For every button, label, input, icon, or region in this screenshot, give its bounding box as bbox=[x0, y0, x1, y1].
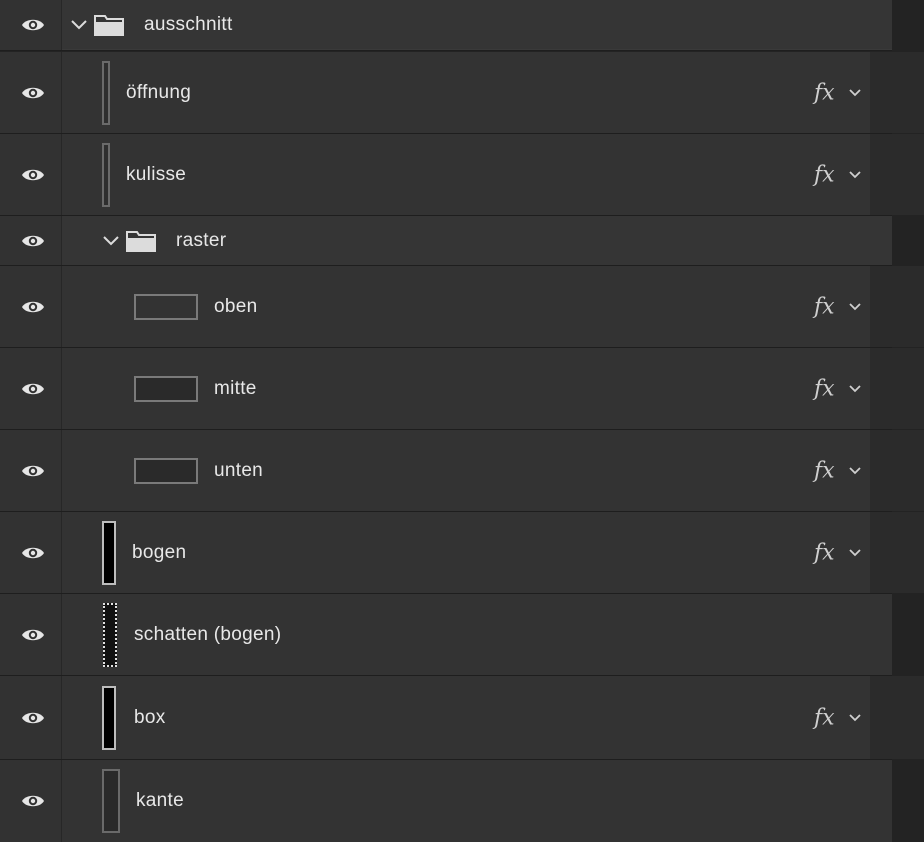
layer-row-oeffnung[interactable]: öffnung fx bbox=[0, 52, 924, 134]
layer-thumbnail bbox=[103, 602, 117, 667]
layer-thumbnail bbox=[102, 60, 110, 125]
layer-name: bogen bbox=[132, 541, 187, 563]
chevron-down-icon[interactable] bbox=[848, 384, 862, 394]
fx-icon: fx bbox=[814, 376, 835, 401]
visibility-cell[interactable] bbox=[0, 0, 62, 50]
layer-row-unten[interactable]: unten fx bbox=[0, 430, 924, 512]
layer-row-oben[interactable]: oben fx bbox=[0, 266, 924, 348]
fx-icon: fx bbox=[814, 294, 835, 319]
eye-icon[interactable] bbox=[21, 381, 45, 397]
chevron-down-icon[interactable] bbox=[848, 88, 862, 98]
layer-name: mitte bbox=[214, 377, 257, 399]
visibility-cell[interactable] bbox=[0, 52, 62, 133]
fx-control[interactable]: fx bbox=[814, 134, 924, 215]
eye-icon[interactable] bbox=[21, 627, 45, 643]
eye-icon[interactable] bbox=[21, 233, 45, 249]
layer-name: kulisse bbox=[126, 163, 187, 185]
chevron-down-icon[interactable] bbox=[848, 548, 862, 558]
fx-control[interactable]: fx bbox=[814, 266, 924, 347]
layer-row-kulisse[interactable]: kulisse fx bbox=[0, 134, 924, 216]
eye-icon[interactable] bbox=[21, 463, 45, 479]
folder-icon bbox=[94, 14, 124, 36]
chevron-down-icon[interactable] bbox=[102, 235, 120, 247]
eye-icon[interactable] bbox=[21, 710, 45, 726]
layer-thumbnail bbox=[102, 142, 110, 207]
layer-thumbnail bbox=[134, 293, 198, 320]
layer-name: öffnung bbox=[126, 81, 192, 103]
eye-icon[interactable] bbox=[21, 85, 45, 101]
visibility-cell[interactable] bbox=[0, 512, 62, 593]
chevron-down-icon[interactable] bbox=[848, 302, 862, 312]
layer-thumbnail bbox=[102, 769, 120, 833]
layer-name: unten bbox=[214, 459, 264, 481]
eye-icon[interactable] bbox=[21, 299, 45, 315]
eye-icon[interactable] bbox=[21, 545, 45, 561]
fx-control[interactable]: fx bbox=[814, 348, 924, 429]
layer-row-bogen[interactable]: bogen fx bbox=[0, 512, 924, 594]
chevron-down-icon[interactable] bbox=[70, 19, 88, 31]
chevron-down-icon[interactable] bbox=[848, 713, 862, 723]
eye-icon[interactable] bbox=[21, 17, 45, 33]
layer-thumbnail bbox=[102, 520, 116, 585]
fx-control[interactable]: fx bbox=[814, 430, 924, 511]
layer-row-schatten[interactable]: schatten (bogen) bbox=[0, 594, 892, 676]
fx-control[interactable]: fx bbox=[814, 52, 924, 133]
layers-panel: ausschnitt öffnung fx kulisse fx raster … bbox=[0, 0, 924, 842]
fx-icon: fx bbox=[814, 458, 835, 483]
layer-row-kante[interactable]: kante bbox=[0, 760, 892, 842]
layer-row-raster[interactable]: raster bbox=[0, 216, 892, 266]
chevron-down-icon[interactable] bbox=[848, 466, 862, 476]
layer-name: oben bbox=[214, 295, 258, 317]
layer-row-mitte[interactable]: mitte fx bbox=[0, 348, 924, 430]
layer-name: raster bbox=[176, 229, 227, 251]
visibility-cell[interactable] bbox=[0, 266, 62, 347]
folder-icon bbox=[126, 230, 156, 252]
visibility-cell[interactable] bbox=[0, 348, 62, 429]
layer-row-box[interactable]: box fx bbox=[0, 676, 924, 760]
fx-control[interactable]: fx bbox=[814, 676, 924, 759]
visibility-cell[interactable] bbox=[0, 134, 62, 215]
fx-icon: fx bbox=[814, 705, 835, 730]
layer-name: ausschnitt bbox=[144, 13, 233, 35]
visibility-cell[interactable] bbox=[0, 430, 62, 511]
layer-name: kante bbox=[136, 790, 184, 811]
chevron-down-icon[interactable] bbox=[848, 170, 862, 180]
fx-control[interactable]: fx bbox=[814, 512, 924, 593]
layer-thumbnail bbox=[134, 375, 198, 402]
layer-name: box bbox=[134, 706, 166, 728]
visibility-cell[interactable] bbox=[0, 216, 62, 265]
fx-icon: fx bbox=[814, 540, 835, 565]
layer-thumbnail bbox=[134, 457, 198, 484]
layer-row-ausschnitt[interactable]: ausschnitt bbox=[0, 0, 892, 51]
eye-icon[interactable] bbox=[21, 793, 45, 809]
eye-icon[interactable] bbox=[21, 167, 45, 183]
fx-icon: fx bbox=[814, 80, 835, 105]
layer-thumbnail bbox=[102, 685, 116, 750]
visibility-cell[interactable] bbox=[0, 594, 62, 675]
visibility-cell[interactable] bbox=[0, 676, 62, 759]
visibility-cell[interactable] bbox=[0, 760, 62, 842]
fx-icon: fx bbox=[814, 162, 835, 187]
layer-name: schatten (bogen) bbox=[134, 623, 282, 645]
